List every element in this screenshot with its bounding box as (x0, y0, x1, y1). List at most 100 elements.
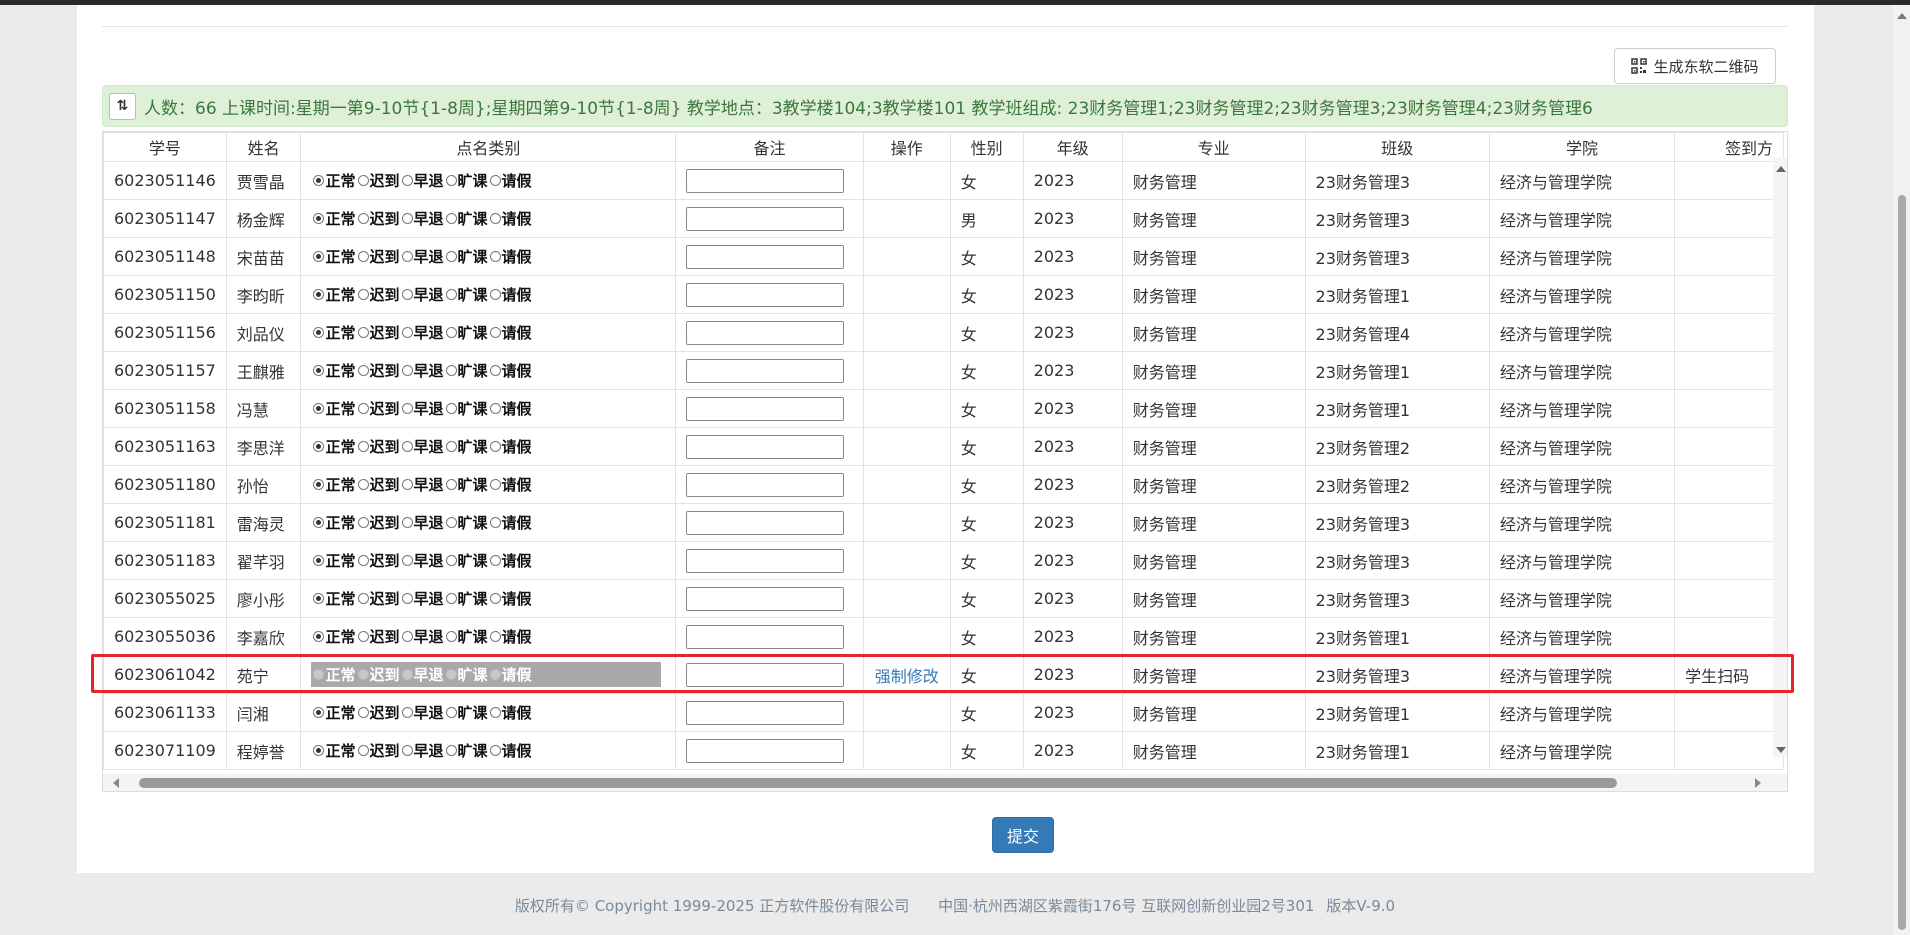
radio-button[interactable] (357, 175, 369, 186)
attendance-radio-option[interactable]: 迟到 (356, 170, 400, 191)
attendance-radio-option[interactable]: 早退 (400, 474, 444, 495)
attendance-radio-option[interactable]: 正常 (311, 550, 356, 571)
radio-button[interactable] (401, 479, 413, 490)
radio-button[interactable] (401, 593, 413, 604)
radio-button[interactable] (357, 555, 369, 566)
radio-button[interactable] (445, 593, 457, 604)
remark-input[interactable] (686, 738, 845, 763)
radio-button[interactable] (445, 327, 457, 338)
attendance-radio-option[interactable]: 正常 (311, 588, 356, 609)
radio-button[interactable] (489, 327, 501, 338)
attendance-radio-option[interactable]: 早退 (400, 512, 444, 533)
attendance-radio-option[interactable]: 早退 (400, 170, 444, 191)
radio-button[interactable] (313, 175, 325, 186)
radio-button[interactable] (313, 707, 325, 718)
attendance-radio-option[interactable]: 早退 (400, 626, 444, 647)
radio-button[interactable] (445, 365, 457, 376)
attendance-radio-option[interactable]: 迟到 (356, 360, 400, 381)
generate-qr-button[interactable]: 生成东软二维码 (1614, 48, 1776, 84)
radio-button[interactable] (313, 593, 325, 604)
remark-input[interactable] (686, 662, 845, 687)
radio-button[interactable] (445, 631, 457, 642)
attendance-radio-option[interactable]: 请假 (488, 208, 532, 229)
attendance-radio-option[interactable]: 正常 (311, 740, 356, 761)
attendance-radio-option[interactable]: 早退 (400, 436, 444, 457)
attendance-radio-option[interactable]: 旷课 (444, 246, 488, 267)
attendance-radio-option[interactable]: 早退 (400, 208, 444, 229)
radio-button[interactable] (357, 517, 369, 528)
radio-button[interactable] (445, 555, 457, 566)
attendance-radio-option[interactable]: 正常 (311, 360, 356, 381)
radio-button[interactable] (445, 289, 457, 300)
radio-button[interactable] (357, 593, 369, 604)
radio-button[interactable] (313, 327, 325, 338)
radio-button[interactable] (357, 631, 369, 642)
attendance-radio-option[interactable]: 请假 (488, 626, 532, 647)
attendance-radio-option[interactable]: 正常 (311, 702, 356, 723)
radio-button[interactable] (313, 403, 325, 414)
attendance-radio-option[interactable]: 迟到 (356, 740, 400, 761)
attendance-radio-option[interactable]: 旷课 (444, 740, 488, 761)
radio-button[interactable] (445, 517, 457, 528)
attendance-radio-option[interactable]: 请假 (488, 588, 532, 609)
radio-button[interactable] (401, 441, 413, 452)
radio-button[interactable] (313, 745, 325, 756)
attendance-radio-option[interactable]: 早退 (400, 322, 444, 343)
radio-button[interactable] (489, 403, 501, 414)
radio-button[interactable] (445, 251, 457, 262)
radio-button[interactable] (401, 327, 413, 338)
force-modify-link[interactable]: 强制修改 (875, 667, 939, 686)
remark-input[interactable] (686, 320, 845, 345)
attendance-radio-option[interactable]: 早退 (400, 702, 444, 723)
radio-button[interactable] (357, 213, 369, 224)
horizontal-scroll-thumb[interactable] (139, 778, 1617, 788)
radio-button[interactable] (489, 213, 501, 224)
attendance-radio-option[interactable]: 迟到 (356, 474, 400, 495)
attendance-radio-option[interactable]: 早退 (400, 740, 444, 761)
attendance-radio-option[interactable]: 迟到 (356, 512, 400, 533)
attendance-radio-option[interactable]: 正常 (311, 170, 356, 191)
radio-button[interactable] (489, 441, 501, 452)
radio-button[interactable] (313, 251, 325, 262)
radio-button[interactable] (401, 251, 413, 262)
attendance-radio-option[interactable]: 早退 (400, 550, 444, 571)
attendance-radio-option[interactable]: 请假 (488, 550, 532, 571)
radio-button[interactable] (445, 213, 457, 224)
attendance-radio-option[interactable]: 正常 (311, 208, 356, 229)
attendance-radio-option[interactable]: 早退 (400, 284, 444, 305)
attendance-radio-option[interactable]: 旷课 (444, 474, 488, 495)
scroll-right-arrow-icon[interactable] (1755, 778, 1761, 788)
attendance-radio-option[interactable]: 迟到 (356, 208, 400, 229)
page-scrollbar[interactable] (1893, 5, 1910, 935)
radio-button[interactable] (445, 479, 457, 490)
radio-button[interactable] (313, 441, 325, 452)
remark-input[interactable] (686, 282, 845, 307)
scroll-left-arrow-icon[interactable] (113, 778, 119, 788)
radio-button[interactable] (401, 745, 413, 756)
remark-input[interactable] (686, 700, 845, 725)
table-vertical-scrollbar[interactable] (1773, 158, 1787, 757)
radio-button[interactable] (489, 745, 501, 756)
attendance-radio-option[interactable]: 迟到 (356, 626, 400, 647)
remark-input[interactable] (686, 206, 845, 231)
scroll-up-arrow-icon[interactable] (1776, 166, 1786, 172)
radio-button[interactable] (445, 707, 457, 718)
table-horizontal-scrollbar[interactable] (103, 774, 1787, 791)
attendance-radio-option[interactable]: 迟到 (356, 398, 400, 419)
sort-icon[interactable]: ⇅ (109, 92, 136, 120)
attendance-radio-option[interactable]: 请假 (488, 170, 532, 191)
attendance-radio-option[interactable]: 旷课 (444, 284, 488, 305)
scroll-down-arrow-icon[interactable] (1776, 747, 1786, 753)
radio-button[interactable] (489, 289, 501, 300)
radio-button[interactable] (489, 707, 501, 718)
remark-input[interactable] (686, 168, 845, 193)
radio-button[interactable] (357, 745, 369, 756)
radio-button[interactable] (489, 631, 501, 642)
remark-input[interactable] (686, 396, 845, 421)
radio-button[interactable] (313, 365, 325, 376)
radio-button[interactable] (401, 403, 413, 414)
attendance-radio-option[interactable]: 请假 (488, 436, 532, 457)
radio-button[interactable] (445, 441, 457, 452)
attendance-radio-option[interactable]: 旷课 (444, 702, 488, 723)
attendance-radio-option[interactable]: 旷课 (444, 398, 488, 419)
